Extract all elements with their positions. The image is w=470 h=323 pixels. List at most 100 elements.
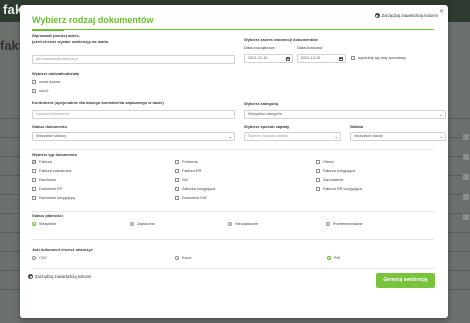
branch-checkbox[interactable]: [32, 80, 36, 84]
doc-type-label: Oferta: [323, 160, 334, 164]
payment-status-radio[interactable]: [228, 222, 232, 226]
currency-value: Wszystkie waluty: [354, 134, 383, 138]
doc-type-option[interactable]: Faktura RR korygująca: [316, 187, 362, 191]
background-row-actions: [463, 120, 470, 260]
doc-type-label: Faktura: [39, 160, 52, 164]
payment-method-label: Wybierz sposób zapłaty: [244, 124, 290, 129]
doc-type-checkbox[interactable]: [32, 178, 36, 182]
email-label-line1: Wprowadź poniżej adres,: [32, 33, 80, 38]
doc-type-option[interactable]: Rachunek: [32, 178, 56, 182]
doc-type-checkbox[interactable]: [316, 187, 320, 191]
generate-button[interactable]: Generuj ewidencję: [376, 273, 435, 288]
doc-type-option[interactable]: Dokument KW: [175, 196, 206, 200]
format-option[interactable]: Pdf: [327, 256, 340, 260]
doc-status-select[interactable]: Wszystkie statusy ⌄: [32, 132, 235, 141]
format-label: Jaki dokument chcesz utworzyć: [32, 247, 93, 252]
bottom-divider: [32, 268, 434, 269]
date-to-value: 2021-12-09: [301, 56, 321, 60]
branch-option[interactable]: nowa nazwa: [32, 80, 60, 84]
date-from-input[interactable]: 2021-10-10: [244, 54, 293, 63]
doc-type-checkbox[interactable]: [32, 196, 36, 200]
chevron-down-icon: ⌄: [228, 134, 232, 139]
doc-type-checkbox[interactable]: [32, 187, 36, 191]
doc-type-checkbox[interactable]: [32, 159, 36, 165]
doc-type-label: Faktura korygująca: [323, 169, 356, 173]
gear-icon: [374, 13, 380, 18]
branch-option[interactable]: num2: [32, 89, 49, 93]
doc-type-option[interactable]: Rachunek korygujący: [32, 196, 75, 200]
doc-type-option[interactable]: Faktura: [32, 159, 52, 165]
doc-type-option[interactable]: WZ: [175, 178, 188, 182]
payment-status-text: Niezapłacone: [235, 222, 259, 226]
doc-type-checkbox[interactable]: [175, 178, 179, 182]
doc-type-label: Zamówienie: [323, 178, 344, 182]
category-value: Wszystkie kategorie: [248, 112, 282, 116]
currency-select[interactable]: Wszystkie waluty ⌄: [350, 132, 446, 141]
payment-status-text: Zapłacone: [137, 222, 155, 226]
format-radio[interactable]: [32, 256, 36, 260]
doc-type-option[interactable]: Dokument KP: [32, 187, 62, 191]
doc-type-option[interactable]: Faktura korygująca: [316, 169, 355, 173]
payment-status-option[interactable]: Niezapłacone: [228, 222, 258, 226]
manage-columns-link-bottom[interactable]: Zarządzaj zawartością kolumn: [28, 274, 91, 279]
payment-status-radio[interactable]: [326, 222, 330, 226]
payment-method-select[interactable]: Wybierz sposób zapłaty ⌄: [244, 132, 341, 141]
chevron-down-icon: ⌄: [439, 112, 443, 117]
sale-date-checkbox-row[interactable]: wyszukaj wg daty sprzedaży: [351, 56, 406, 60]
doc-type-option[interactable]: Oferta: [316, 160, 334, 164]
doc-type-label: Dokument KW: [182, 196, 207, 200]
doc-type-option[interactable]: Faktura RR: [175, 169, 201, 173]
doc-type-option[interactable]: Zamówienie: [316, 178, 343, 182]
payment-status-option[interactable]: Wszystkie: [32, 222, 56, 226]
format-text: Pdf: [334, 256, 340, 260]
doc-type-checkbox[interactable]: [175, 160, 179, 164]
doc-type-label: Faktura zaliczkowa: [39, 169, 72, 173]
payment-status-text: Wszystkie: [39, 222, 57, 226]
doc-type-option[interactable]: Faktura zaliczkowa: [32, 169, 71, 173]
currency-label: Waluta: [350, 124, 363, 129]
date-from-label: Data początkowa: [244, 45, 275, 50]
doc-type-checkbox[interactable]: [316, 169, 320, 173]
doc-type-option[interactable]: Zaliczka korygująca: [175, 187, 215, 191]
format-text: Excel: [182, 256, 192, 260]
doc-type-checkbox[interactable]: [175, 196, 179, 200]
doc-type-checkbox[interactable]: [316, 178, 320, 182]
doc-type-checkbox[interactable]: [175, 169, 179, 173]
payment-status-option[interactable]: Zapłacone: [130, 222, 155, 226]
doc-type-checkbox[interactable]: [316, 160, 320, 164]
format-option[interactable]: Excel: [175, 256, 191, 260]
category-label: Wybierz kategorię: [244, 101, 279, 106]
category-select[interactable]: Wszystkie kategorie ⌄: [244, 110, 446, 119]
doc-type-label: Zaliczka korygująca: [182, 187, 216, 191]
contractor-label: Kontrahent (opcjonalnie dla danego kontr…: [32, 100, 164, 105]
doc-type-label: Faktura RR: [182, 169, 202, 173]
payment-status-radio[interactable]: [130, 222, 134, 226]
doc-type-checkbox[interactable]: [175, 187, 179, 191]
chevron-down-icon: ⌄: [334, 134, 338, 139]
modal-title: Wybierz rodzaj dokumentów: [32, 15, 154, 25]
sale-date-checkbox[interactable]: [351, 56, 355, 60]
close-icon[interactable]: ✕: [438, 9, 445, 16]
branch-checkbox[interactable]: [32, 89, 36, 93]
format-radio[interactable]: [327, 256, 331, 260]
doc-type-label: WZ: [182, 178, 188, 182]
format-option[interactable]: CSV: [32, 256, 47, 260]
contractor-input[interactable]: Nazwa kontrahenta: [32, 110, 235, 119]
payment-method-value: Wybierz sposób zapłaty: [248, 134, 289, 138]
branch-label: num2: [39, 89, 49, 93]
doc-type-checkbox[interactable]: [32, 169, 36, 173]
manage-columns-link-top[interactable]: Zarządzaj zawartością kolumn: [374, 13, 438, 18]
sale-date-label: wyszukaj wg daty sprzedaży: [358, 56, 406, 60]
branch-label: nowa nazwa: [39, 80, 61, 84]
email-field[interactable]: jan.kowalski@nfaktura.pl: [32, 55, 235, 64]
format-radio[interactable]: [175, 256, 179, 260]
manage-columns-label: Zarządzaj zawartością kolumn: [35, 274, 92, 279]
date-to-label: Data końcowa: [297, 45, 323, 50]
payment-status-option[interactable]: Przeterminowane: [326, 222, 363, 226]
payment-status-radio[interactable]: [32, 222, 36, 226]
date-from-value: 2021-10-10: [248, 56, 268, 60]
payment-status-text: Przeterminowane: [333, 222, 363, 226]
doc-type-option[interactable]: Proforma: [175, 160, 198, 164]
doc-type-label: Faktura RR korygująca: [323, 187, 362, 191]
date-to-input[interactable]: 2021-12-09: [297, 54, 346, 63]
